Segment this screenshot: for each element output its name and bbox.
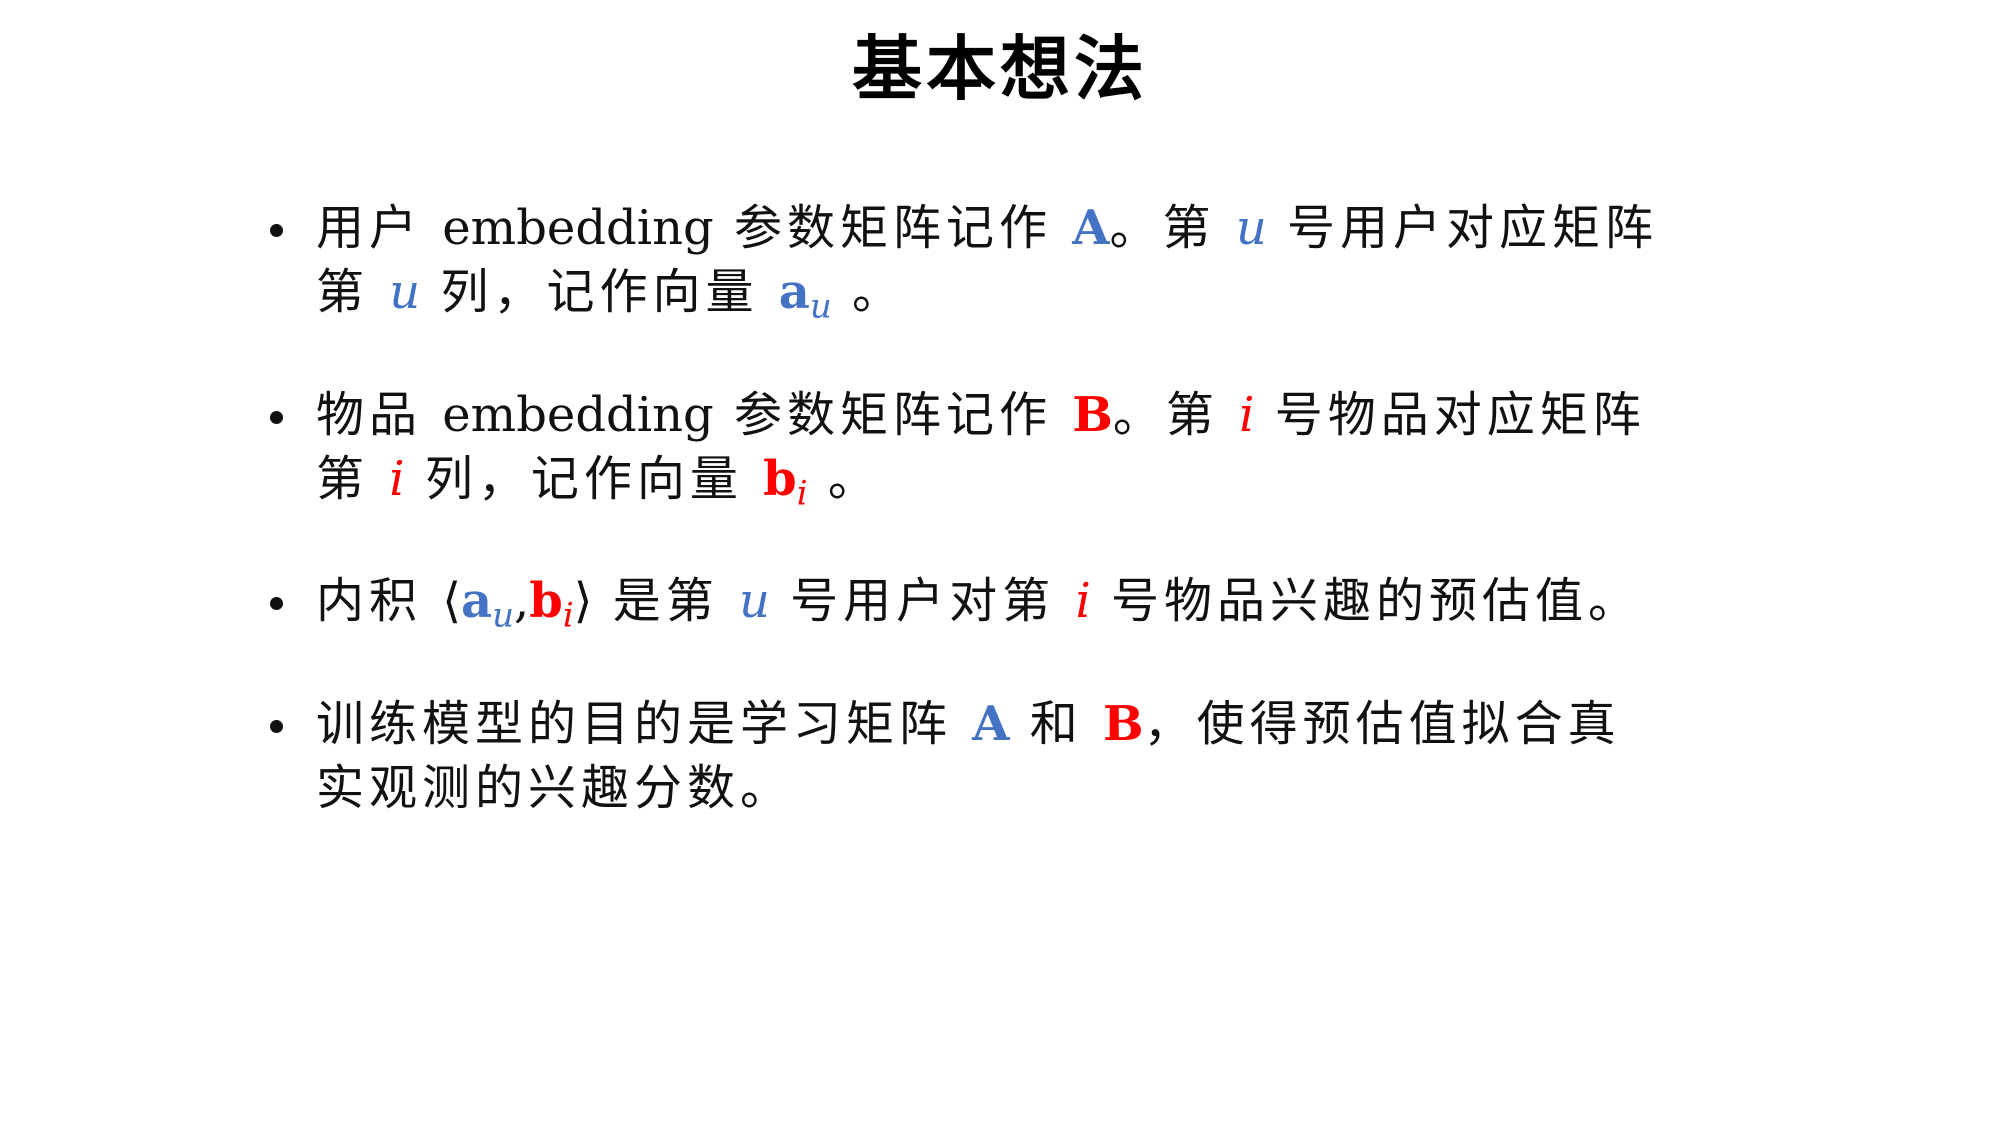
- text: 物品: [316, 386, 443, 443]
- vector-a: a: [778, 264, 810, 320]
- subscript-i: i: [562, 595, 574, 636]
- bullet-dot: [270, 410, 283, 424]
- right-angle-bracket: ⟩: [573, 573, 593, 630]
- text-latin: embedding: [442, 200, 714, 256]
- subscript-u: u: [809, 286, 832, 327]
- text: 号物品对应矩阵: [1254, 386, 1646, 443]
- bullet-dot: [270, 597, 283, 611]
- text: 号用户对第: [769, 573, 1076, 630]
- var-u: u: [1235, 200, 1267, 256]
- text: 。: [807, 450, 881, 507]
- matrix-A: A: [1072, 200, 1110, 256]
- vector-b: b: [529, 573, 563, 630]
- text: ，使得预估值拟合真: [1143, 695, 1621, 752]
- bullet-dot: [270, 224, 283, 237]
- bullet-training-goal: 训练模型的目的是学习矩阵 A 和 B，使得预估值拟合真 实观测的兴趣分数。: [270, 692, 1770, 820]
- text: 和: [1009, 695, 1104, 752]
- bullet-list: 用户 embedding 参数矩阵记作 A。第 u 号用户对应矩阵 第 u 列，…: [270, 196, 1770, 864]
- subscript-u: u: [492, 595, 515, 636]
- slide-title: 基本想法: [852, 27, 1148, 110]
- text: 。第: [1109, 200, 1236, 256]
- text: 列，记作向量: [420, 264, 779, 320]
- text-latin: embedding: [442, 386, 714, 443]
- var-i: i: [1075, 573, 1091, 630]
- text: 列，记作向量: [404, 450, 764, 507]
- subscript-i: i: [796, 473, 808, 514]
- text: 参数矩阵记作: [713, 200, 1073, 256]
- bullet-item-embedding: 物品 embedding 参数矩阵记作 B。第 i 号物品对应矩阵 第 i 列，…: [270, 383, 1770, 526]
- vector-a: a: [461, 573, 493, 630]
- bullet-inner-product: 内积 ⟨au,bi⟩ 是第 u 号用户对第 i 号物品兴趣的预估值。: [270, 569, 1770, 648]
- text: 用户: [316, 200, 443, 256]
- text: 号用户对应矩阵: [1266, 200, 1658, 256]
- text: 实观测的兴趣分数。: [316, 759, 794, 816]
- text: 第: [316, 264, 390, 320]
- text: 参数矩阵记作: [713, 386, 1073, 443]
- text: 第: [316, 450, 390, 507]
- matrix-B: B: [1072, 386, 1113, 443]
- slide: 基本想法 用户 embedding 参数矩阵记作 A。第 u 号用户对应矩阵 第…: [0, 0, 2000, 1125]
- bullet-user-embedding: 用户 embedding 参数矩阵记作 A。第 u 号用户对应矩阵 第 u 列，…: [270, 196, 1770, 339]
- text: 。第: [1112, 386, 1240, 443]
- text: 。: [831, 264, 905, 320]
- left-angle-bracket: ⟨: [442, 573, 461, 630]
- text: 内积: [316, 573, 443, 630]
- var-i: i: [389, 450, 405, 507]
- var-i: i: [1239, 386, 1255, 443]
- vector-b: b: [763, 450, 797, 507]
- var-u: u: [738, 573, 770, 630]
- text: 是第: [592, 573, 739, 630]
- bullet-dot: [270, 719, 283, 733]
- text: 号物品兴趣的预估值。: [1090, 573, 1642, 630]
- var-u: u: [389, 264, 421, 320]
- matrix-B: B: [1103, 695, 1144, 752]
- comma: ,: [514, 573, 530, 630]
- matrix-A: A: [972, 695, 1010, 752]
- text: 训练模型的目的是学习矩阵: [316, 695, 973, 752]
